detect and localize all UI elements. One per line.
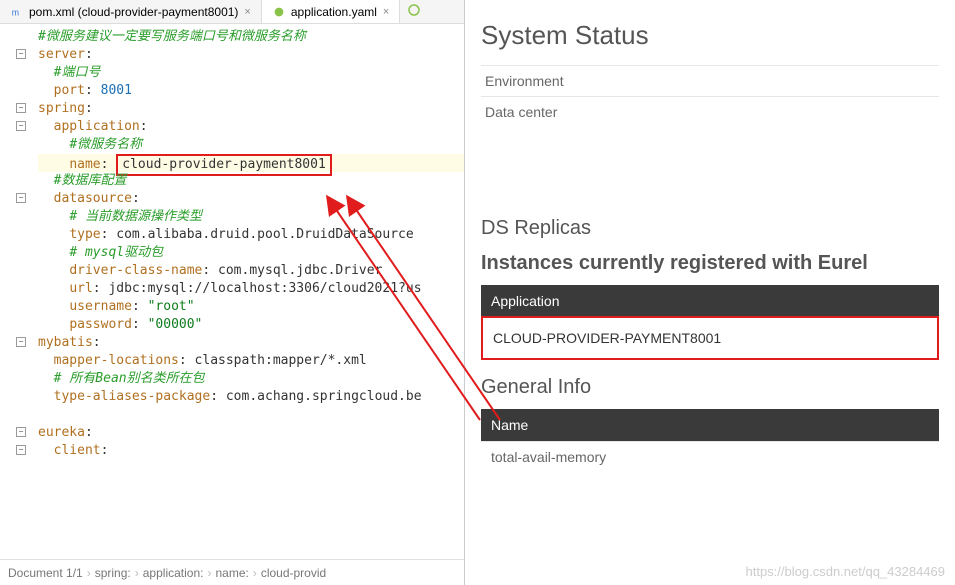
code-key: mybatis [38, 335, 93, 350]
code-key: eureka [38, 425, 85, 440]
code-key: client [54, 443, 101, 458]
breadcrumb-item[interactable]: application: [143, 566, 204, 580]
datacenter-row: Data center [481, 96, 939, 127]
ds-replicas-heading: DS Replicas [481, 217, 939, 240]
code-value: "root" [148, 299, 195, 314]
code-comment: # 所有Bean别名类所在包 [54, 371, 205, 386]
xml-file-icon: m [10, 5, 24, 19]
tab-application-yaml[interactable]: application.yaml × [262, 0, 400, 23]
watermark: https://blog.csdn.net/qq_43284469 [746, 564, 946, 579]
code-value: classpath:mapper/*.xml [195, 353, 367, 368]
ide-panel: m pom.xml (cloud-provider-payment8001) ×… [0, 0, 465, 585]
tab-label: pom.xml (cloud-provider-payment8001) [29, 5, 238, 19]
code-key: mapper-locations [54, 353, 179, 368]
tab-pom[interactable]: m pom.xml (cloud-provider-payment8001) × [0, 0, 262, 23]
code-value: jdbc:mysql://localhost:3306/cloud2021?us [108, 281, 421, 296]
general-info-heading: General Info [481, 376, 939, 399]
code-key: type-aliases-package [54, 389, 211, 404]
breadcrumb-doc: Document 1/1 [8, 566, 83, 580]
code-key: spring [38, 101, 85, 116]
code-value: "00000" [148, 317, 203, 332]
close-icon[interactable]: × [383, 6, 389, 18]
code-value: com.achang.springcloud.be [226, 389, 422, 404]
eureka-dashboard: System Status Environment Data center DS… [465, 0, 955, 585]
code-comment: # mysql驱动包 [69, 245, 163, 260]
code-key: url [69, 281, 92, 296]
application-column-header: Application [481, 285, 939, 317]
code-value: 8001 [101, 83, 132, 98]
system-status-heading: System Status [481, 20, 939, 51]
fold-icon[interactable]: − [16, 49, 26, 59]
fold-icon[interactable]: − [16, 337, 26, 347]
editor-tabs: m pom.xml (cloud-provider-payment8001) ×… [0, 0, 464, 24]
code-key: username [69, 299, 132, 314]
code-value: com.alibaba.druid.pool.DruidDataSource [116, 227, 413, 242]
tab-label: application.yaml [291, 5, 377, 19]
code-comment: #微服务建议一定要写服务端口号和微服务名称 [38, 29, 306, 44]
code-editor[interactable]: − − − − − − [0, 24, 464, 559]
close-icon[interactable]: × [244, 6, 250, 18]
svg-text:m: m [12, 7, 19, 17]
breadcrumb-item[interactable]: name: [215, 566, 248, 580]
code-comment: #数据库配置 [54, 173, 127, 188]
code-comment: #端口号 [54, 65, 101, 80]
fold-icon[interactable]: − [16, 427, 26, 437]
instances-heading: Instances currently registered with Eure… [481, 252, 939, 275]
code-content: #微服务建议一定要写服务端口号和微服务名称 server: #端口号 port:… [30, 28, 464, 559]
breadcrumb-item[interactable]: spring: [95, 566, 131, 580]
code-key: application [54, 119, 140, 134]
yaml-file-icon [272, 5, 286, 19]
code-key: datasource [54, 191, 132, 206]
fold-icon[interactable]: − [16, 103, 26, 113]
breadcrumb-item[interactable]: cloud-provid [261, 566, 326, 580]
environment-row: Environment [481, 65, 939, 96]
code-comment: # 当前数据源操作类型 [69, 209, 202, 224]
fold-icon[interactable]: − [16, 193, 26, 203]
fold-icon[interactable]: − [16, 445, 26, 455]
breadcrumb: Document 1/1 › spring: › application: › … [0, 559, 464, 585]
code-key: driver-class-name [69, 263, 202, 278]
name-column-header: Name [481, 409, 939, 441]
fold-icon[interactable]: − [16, 121, 26, 131]
code-key: password [69, 317, 132, 332]
highlighted-app-name: cloud-provider-payment8001 [116, 154, 332, 176]
code-comment: #微服务名称 [69, 137, 142, 152]
gutter: − − − − − − [0, 28, 30, 559]
code-key: name [69, 157, 100, 172]
code-key: server [38, 47, 85, 62]
code-value: com.mysql.jdbc.Driver [218, 263, 382, 278]
tab-hidden-indicator[interactable] [400, 0, 428, 23]
code-key: type [69, 227, 100, 242]
code-key: port [54, 83, 85, 98]
memory-row: total-avail-memory [481, 441, 939, 472]
registered-application-entry[interactable]: CLOUD-PROVIDER-PAYMENT8001 [481, 316, 939, 360]
